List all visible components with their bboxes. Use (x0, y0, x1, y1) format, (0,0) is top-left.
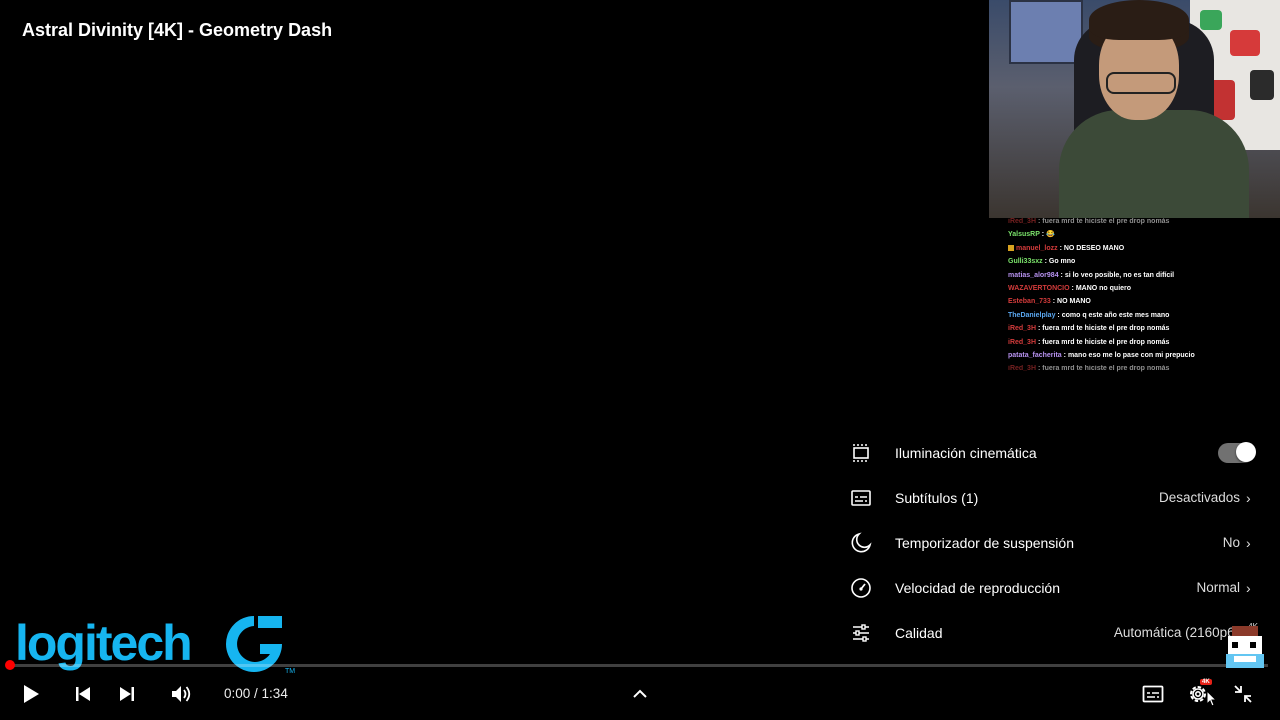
chat-text: como q este año este mes mano (1061, 311, 1170, 319)
settings-item-quality[interactable]: Calidad Automática (2160p60 4K (838, 610, 1258, 655)
streamer-webcam-image (989, 0, 1280, 218)
settings-item-subtitles[interactable]: Subtítulos (1) Desactivados › (838, 475, 1258, 520)
chat-message: TheDanielplay : como q este año este mes… (1008, 311, 1170, 319)
chat-message: Esteban_733 : NO MANO (1008, 298, 1091, 306)
current-time: 0:00 (224, 686, 251, 701)
settings-item-label: Subtítulos (1) (895, 489, 979, 506)
chat-text: fuera mrd te hiciste el pre drop nomás (1042, 218, 1170, 225)
mouse-cursor-icon (1206, 690, 1218, 707)
play-button[interactable] (18, 682, 44, 706)
settings-item-label: Calidad (895, 624, 943, 641)
total-duration: 1:34 (261, 686, 288, 701)
chat-username: patata_facherita (1008, 351, 1062, 359)
chat-username: matias_alor984 (1008, 271, 1059, 279)
next-button[interactable] (114, 682, 140, 706)
chat-text: NO MANO (1057, 298, 1091, 306)
progress-bar[interactable] (12, 664, 1268, 667)
chevron-right-icon: › (1246, 534, 1251, 551)
chat-username: manuel_lozz (1016, 244, 1058, 252)
chat-username: Gulli33sxz (1008, 258, 1043, 266)
pixel-character-sticker (1222, 626, 1268, 678)
chat-message: manuel_lozz : NO DESEO MANO (1008, 242, 1268, 255)
chat-text: NO DESEO MANO (1063, 244, 1125, 252)
chat-text: si lo veo posible, no es tan difícil (1064, 271, 1175, 279)
chat-username: iRed_3H (1008, 338, 1037, 346)
next-icon (120, 687, 134, 701)
logitech-watermark: logitech TM (15, 608, 305, 678)
captions-button[interactable] (1140, 682, 1166, 706)
chat-message: matias_alor984 : si lo veo posible, no e… (1008, 271, 1175, 279)
volume-icon (172, 686, 191, 702)
ambient-mode-toggle[interactable] (1218, 441, 1256, 463)
chat-message: WAZAVERTONCIO : MANO no quiero (1008, 284, 1132, 292)
chat-username: iRed_3H (1008, 218, 1037, 225)
chat-text: fuera mrd te hiciste el pre drop nomás (1042, 325, 1170, 333)
settings-item-label: Iluminación cinemática (895, 444, 1037, 461)
chat-badge-icon (1008, 244, 1014, 251)
chat-text: MANO no quiero (1075, 284, 1132, 292)
logitech-g-logo-icon (226, 616, 282, 672)
chat-message: iRed_3H : fuera mrd te hiciste el pre dr… (1008, 218, 1170, 225)
chevron-right-icon: › (1246, 579, 1251, 596)
chat-overlay: iRed_3H : fuera mrd te hiciste el pre dr… (1008, 215, 1268, 376)
settings-item-ambient-mode[interactable]: Iluminación cinemática (838, 430, 1258, 475)
chevron-right-icon: › (1246, 489, 1251, 506)
captions-icon (1142, 685, 1164, 703)
chat-text: 😂 (1046, 231, 1055, 239)
chat-text: fuera mrd te hiciste el pre drop nomás (1042, 338, 1170, 346)
chevron-up-icon (633, 689, 647, 698)
progress-scrubber[interactable] (5, 660, 15, 670)
exit-fullscreen-button[interactable] (1230, 682, 1256, 706)
chat-username: Esteban_733 (1008, 298, 1051, 306)
settings-menu: Iluminación cinemática Subtítulos (1) De… (838, 430, 1268, 652)
settings-item-label: Temporizador de suspensión (895, 534, 1074, 551)
chat-message: YalsusRP : 😂 (1008, 231, 1055, 239)
settings-item-playback-speed[interactable]: Velocidad de reproducción Normal › (838, 565, 1258, 610)
chat-message: Gulli33sxz : Go mno (1008, 258, 1076, 266)
video-title[interactable]: Astral Divinity [4K] - Geometry Dash (22, 20, 332, 41)
previous-icon (76, 687, 90, 701)
chat-username: iRed_3H (1008, 365, 1037, 373)
chat-username: TheDanielplay (1008, 311, 1056, 319)
settings-item-value: Desactivados (1158, 490, 1240, 505)
playback-speed-icon (850, 577, 872, 599)
play-icon (24, 685, 39, 703)
settings-item-value: Normal (1196, 580, 1240, 595)
time-display: 0:00 / 1:34 (224, 686, 288, 701)
chapters-toggle-button[interactable] (628, 684, 652, 704)
chat-username: iRed_3H (1008, 325, 1037, 333)
chat-message: iRed_3H : fuera mrd te hiciste el pre dr… (1008, 338, 1170, 346)
sleep-timer-icon (850, 531, 872, 554)
volume-button[interactable] (168, 681, 196, 707)
chat-username: WAZAVERTONCIO (1008, 284, 1070, 292)
quality-sliders-icon (850, 622, 872, 644)
settings-item-label: Velocidad de reproducción (895, 579, 1061, 596)
subtitles-icon (850, 487, 872, 509)
settings-item-sleep-timer[interactable]: Temporizador de suspensión No › (838, 520, 1258, 565)
chat-message: iRed_3H : fuera mrd te hiciste el pre dr… (1008, 365, 1170, 373)
exit-fullscreen-icon (1234, 685, 1252, 703)
trademark-mark: TM (285, 668, 296, 675)
chat-username: YalsusRP (1008, 231, 1040, 239)
settings-item-value: No (1222, 535, 1240, 550)
settings-4k-badge: 4K (1200, 679, 1212, 685)
chat-text: mano eso me lo pase con mi prepucio (1067, 351, 1195, 359)
chat-text: fuera mrd te hiciste el pre drop nomás (1042, 365, 1170, 373)
chat-message: patata_facherita : mano eso me lo pase c… (1008, 351, 1195, 359)
chat-text: Go mno (1048, 258, 1076, 266)
chat-message: iRed_3H : fuera mrd te hiciste el pre dr… (1008, 325, 1170, 333)
previous-button[interactable] (70, 682, 96, 706)
ambient-mode-icon (850, 442, 872, 464)
